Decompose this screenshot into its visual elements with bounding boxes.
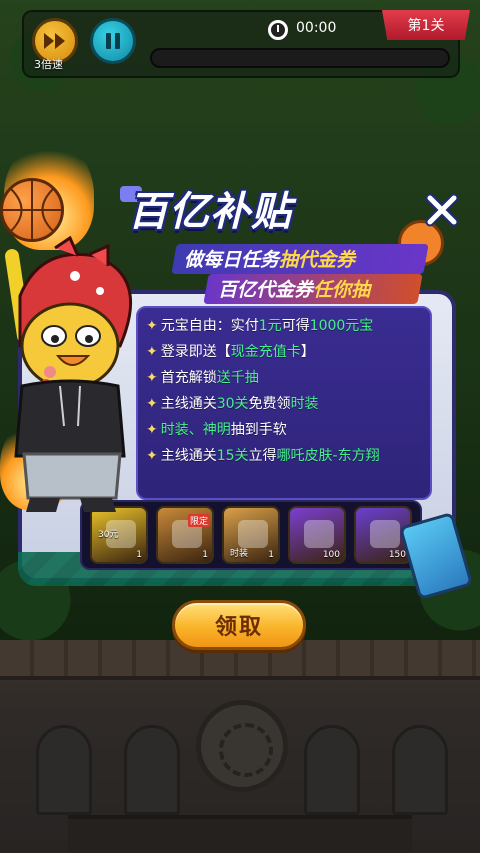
benefit-text: 立得 xyxy=(248,448,277,464)
benefit-highlight: 哪吒皮肤-东方翔 xyxy=(276,448,380,464)
benefit-highlight: 送千抽 xyxy=(216,370,259,386)
close-icon xyxy=(425,193,459,227)
subtitle-2: 百亿代金券任你抽 xyxy=(218,275,370,302)
subtitle-1-highlight: 抽代金券 xyxy=(279,249,356,271)
reward-count: 1 xyxy=(202,550,208,560)
benefit-item: ✦ 元宝自由：实付1元可得1000元宝 xyxy=(146,317,373,335)
costume-icon xyxy=(238,520,268,548)
benefit-item: ✦ 登录即送【现金充值卡】 xyxy=(146,343,315,361)
reward-sublabel: 时装 xyxy=(230,549,249,559)
benefit-text: 首充解锁 xyxy=(160,370,217,386)
benefit-text: 登录即送【 xyxy=(160,344,231,360)
level-progress-bar xyxy=(150,48,450,68)
benefit-text: 免费领 xyxy=(248,396,291,412)
benefit-text: 主线通关 xyxy=(160,396,217,412)
benefit-text: 抽到手软 xyxy=(230,422,287,438)
pause-button[interactable] xyxy=(90,18,136,64)
popup-headline: 百亿补贴 xyxy=(128,189,292,235)
reward-count: 1 xyxy=(268,550,274,560)
benefit-item: ✦ 时装、神明抽到手软 xyxy=(146,421,287,439)
limited-badge: 限定 xyxy=(187,514,210,527)
subtitle-2-highlight: 任你抽 xyxy=(313,279,371,301)
speed-label: 3倍速 xyxy=(34,58,63,71)
benefit-text: 】 xyxy=(300,344,315,360)
reward-label: 30元 xyxy=(98,530,119,540)
benefit-highlight: 时装 xyxy=(290,396,319,412)
close-button[interactable] xyxy=(422,190,462,230)
benefit-item: ✦ 主线通关15关立得哪吒皮肤-东方翔 xyxy=(146,447,380,465)
reward-count: 1 xyxy=(136,550,142,560)
mascot-character xyxy=(0,235,150,520)
basketball-icon xyxy=(0,178,64,242)
benefit-highlight: 现金充值卡 xyxy=(230,344,301,360)
subtitle-1-plain: 做每日任务 xyxy=(184,249,280,271)
benefit-highlight: 1000元宝 xyxy=(309,318,374,334)
benefit-text: 可得 xyxy=(281,318,310,334)
gold-ingot-icon xyxy=(304,520,334,548)
benefit-highlight: 30关 xyxy=(216,396,249,412)
claim-button[interactable]: 领取 xyxy=(172,600,306,650)
subtitle-2-plain: 百亿代金券 xyxy=(218,279,314,301)
puzzle-piece-icon xyxy=(370,520,400,548)
subtitle-1: 做每日任务抽代金券 xyxy=(184,245,355,272)
pause-icon xyxy=(106,33,120,49)
benefit-highlight: 时装、神明 xyxy=(160,422,231,438)
benefit-highlight: 1元 xyxy=(258,318,282,334)
fast-forward-icon xyxy=(44,33,65,49)
reward-gold-ingot[interactable]: 100 xyxy=(288,506,346,564)
reward-limited-skin[interactable]: 限定 1 xyxy=(156,506,214,564)
timer-text: 00:00 xyxy=(296,20,337,36)
reward-count: 100 xyxy=(322,550,340,560)
benefit-item: ✦ 主线通关30关免费领时装 xyxy=(146,395,319,413)
benefit-text: 元宝自由：实付 xyxy=(160,318,259,334)
reward-count: 150 xyxy=(388,550,406,560)
benefit-highlight: 15关 xyxy=(216,448,249,464)
clock-icon xyxy=(268,20,288,40)
reward-costume[interactable]: 时装 1 xyxy=(222,506,280,564)
benefit-item: ✦ 首充解锁送千抽 xyxy=(146,369,259,387)
benefit-text: 主线通关 xyxy=(160,448,217,464)
basketball-lines xyxy=(3,181,61,239)
level-tag: 第1关 xyxy=(382,10,470,40)
